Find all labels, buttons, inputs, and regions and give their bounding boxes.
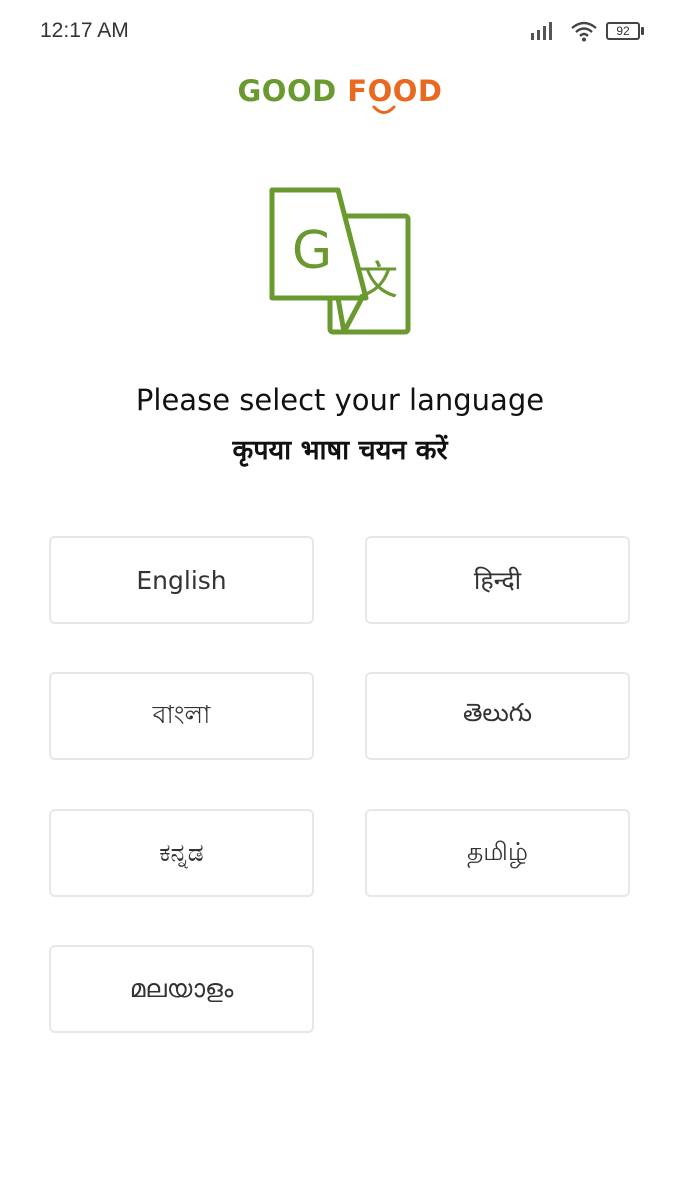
language-button-english[interactable]: English [49, 536, 314, 624]
translate-letter-g: G [292, 221, 332, 281]
language-button-telugu[interactable]: తెలుగు [365, 672, 630, 760]
language-button-hindi[interactable]: हिन्दी [365, 536, 630, 624]
logo-smile-icon [372, 105, 396, 114]
status-time: 12:17 AM [40, 19, 129, 42]
logo-good: GOOD [237, 74, 337, 108]
language-button-tamil[interactable]: தமிழ் [365, 809, 630, 897]
signal-icon [531, 22, 552, 40]
wifi-icon [571, 21, 597, 42]
battery-level: 92 [606, 22, 640, 40]
language-button-kannada[interactable]: ಕನ್ನಡ [49, 809, 314, 897]
translate-icon: G 文 [269, 187, 411, 335]
translate-letter-wen: 文 [358, 258, 398, 304]
page-title: Please select your language [135, 383, 545, 417]
language-button-malayalam[interactable]: മലയാളം [49, 945, 314, 1033]
app-logo: GOOD FOOD [0, 74, 680, 108]
status-bar: 12:17 AM 92 [0, 0, 680, 62]
logo-food: FOOD [347, 74, 443, 108]
page-subtitle: कृपया भाषा चयन करें [232, 435, 448, 466]
language-button-bangla[interactable]: বাংলা [49, 672, 314, 760]
